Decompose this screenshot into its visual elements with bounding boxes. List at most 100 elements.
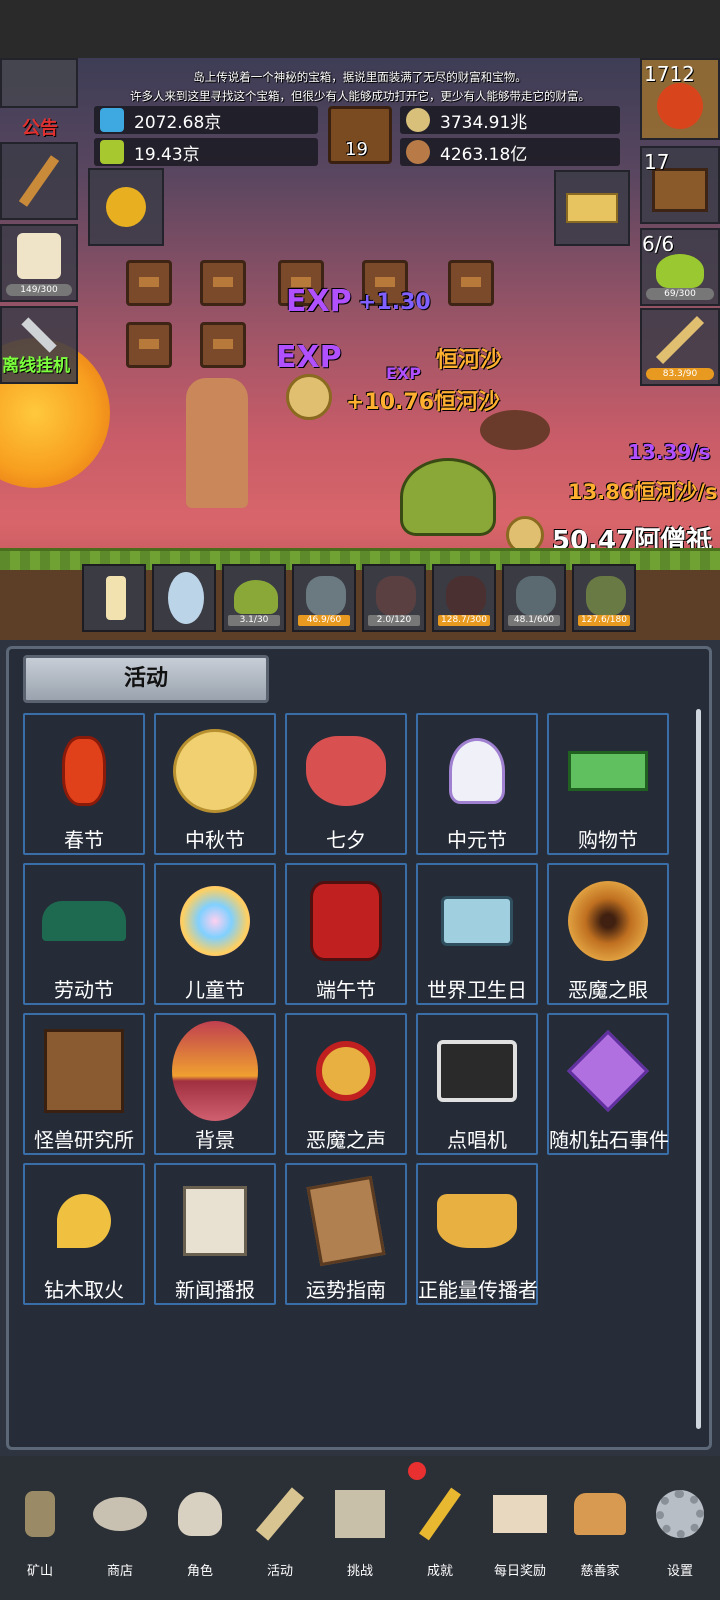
- gold-bar-button[interactable]: [554, 170, 630, 246]
- shell-icon: [92, 1486, 148, 1542]
- chest[interactable]: [448, 260, 494, 306]
- lollipop-icon: [172, 875, 258, 967]
- slot-progress: 48.1/600: [508, 615, 560, 626]
- game-scene[interactable]: 岛上传说着一个神秘的宝箱，据说里面装满了无尽的财富和宝物。 许多人来到这里寻找这…: [0, 58, 720, 640]
- activity-tile-label: 正能量传播者: [418, 1278, 538, 1302]
- gold-bar-icon: [566, 193, 618, 223]
- ambulance-icon: [434, 875, 520, 967]
- nav-shop[interactable]: 商店: [80, 1456, 160, 1600]
- candle-slot[interactable]: [82, 564, 146, 632]
- book-button[interactable]: 19: [328, 106, 392, 164]
- monster-slot-spider[interactable]: 128.7/300: [432, 564, 496, 632]
- notification-dot: [408, 1462, 426, 1480]
- resource-green: 19.43京: [94, 138, 318, 166]
- nav-challenge[interactable]: 挑战: [320, 1456, 400, 1600]
- newspaper-icon: [172, 1175, 258, 1267]
- activity-tile-18[interactable]: 正能量传播者: [416, 1163, 538, 1305]
- chest-side-button[interactable]: 17: [640, 146, 720, 224]
- notice-button[interactable]: 公告: [0, 58, 78, 139]
- chest[interactable]: [200, 260, 246, 306]
- river-rate: 13.86恒河沙/s: [568, 480, 718, 504]
- slime-monster[interactable]: [400, 458, 496, 536]
- activity-tile-17[interactable]: 运势指南: [285, 1163, 407, 1305]
- slime-side-button[interactable]: 6/6 69/300: [640, 228, 720, 306]
- monster-slot-slime[interactable]: 3.1/30: [222, 564, 286, 632]
- slot-progress: 128.7/300: [438, 615, 490, 626]
- slot-progress: 127.6/180: [578, 615, 630, 626]
- activity-tile-label: 购物节: [578, 828, 638, 852]
- bag-icon: [406, 140, 430, 164]
- activity-tile-7[interactable]: 端午节: [285, 863, 407, 1005]
- nav-settings[interactable]: 设置: [640, 1456, 720, 1600]
- activity-tile-15[interactable]: 钻木取火: [23, 1163, 145, 1305]
- exp-rate: 13.39/s: [628, 440, 711, 464]
- monster-slot-ghoul[interactable]: 46.9/60: [292, 564, 356, 632]
- sword-button[interactable]: 83.3/90: [640, 308, 720, 386]
- torch-icon: [18, 155, 60, 207]
- scrollbar[interactable]: [696, 709, 701, 1429]
- potion-button[interactable]: 1712: [640, 58, 720, 140]
- monster-slot-goblin[interactable]: 127.6/180: [572, 564, 636, 632]
- brush-icon: [41, 875, 127, 967]
- activity-tile-0[interactable]: 春节: [23, 713, 145, 855]
- offline-button[interactable]: 离线挂机: [0, 306, 78, 384]
- activity-tile-6[interactable]: 儿童节: [154, 863, 276, 1005]
- cash-icon: [565, 725, 651, 817]
- activity-tile-11[interactable]: 背景: [154, 1013, 276, 1155]
- activity-tile-2[interactable]: 七夕: [285, 713, 407, 855]
- activity-tile-1[interactable]: 中秋节: [154, 713, 276, 855]
- golden-key-icon: [106, 187, 146, 227]
- story-line-2: 许多人来到这里寻找这个宝箱，但很少有人能够成功打开它，更少有人能够带走它的财富。: [130, 89, 590, 103]
- activity-tile-8[interactable]: 世界卫生日: [416, 863, 538, 1005]
- chest[interactable]: [200, 322, 246, 368]
- monster-slot-bat[interactable]: 2.0/120: [362, 564, 426, 632]
- activity-tile-12[interactable]: 恶魔之声: [285, 1013, 407, 1155]
- nav-daily-reward[interactable]: 每日奖励: [480, 1456, 560, 1600]
- torch-side-button[interactable]: [0, 142, 78, 220]
- chest[interactable]: [126, 260, 172, 306]
- candle-icon: [106, 576, 126, 620]
- activity-tile-16[interactable]: 新闻播报: [154, 1163, 276, 1305]
- nav-philanthropist[interactable]: 慈善家: [560, 1456, 640, 1600]
- spider-icon: [446, 576, 486, 616]
- nav-character[interactable]: 角色: [160, 1456, 240, 1600]
- slime-icon: [234, 580, 278, 614]
- golden-key-button[interactable]: [88, 168, 164, 246]
- activity-tile-label: 新闻播报: [175, 1278, 255, 1302]
- activity-tile-3[interactable]: 中元节: [416, 713, 538, 855]
- notice-label: 公告: [22, 118, 58, 139]
- chest[interactable]: [126, 322, 172, 368]
- resource-blue: 2072.68京: [94, 106, 318, 134]
- monster-slot-reaper[interactable]: 48.1/600: [502, 564, 566, 632]
- slime-icon: [656, 254, 704, 288]
- bat-icon: [376, 576, 416, 616]
- sword-icon: [655, 315, 705, 365]
- slot-progress: 46.9/60: [298, 615, 350, 626]
- activity-tile-label: 怪兽研究所: [34, 1128, 134, 1152]
- milk-button[interactable]: 149/300: [0, 224, 78, 302]
- activity-tile-14[interactable]: 随机钻石事件: [547, 1013, 669, 1155]
- lantern-icon: [41, 725, 127, 817]
- green-potion-icon: [100, 140, 124, 164]
- nav-label: 矿山: [26, 1564, 53, 1579]
- activity-tile-4[interactable]: 购物节: [547, 713, 669, 855]
- coin-drop: [286, 374, 332, 420]
- nav-mine[interactable]: 矿山: [0, 1456, 80, 1600]
- egg-slot[interactable]: [152, 564, 216, 632]
- torch-icon: [41, 1175, 127, 1267]
- activity-tile-9[interactable]: 恶魔之眼: [547, 863, 669, 1005]
- envelope-icon: [492, 1486, 548, 1542]
- heart-icon: [303, 725, 389, 817]
- bat-monster[interactable]: [480, 410, 550, 450]
- slot-progress: 3.1/30: [228, 615, 280, 626]
- activity-tile-10[interactable]: 怪兽研究所: [23, 1013, 145, 1155]
- activity-tile-label: 恶魔之眼: [568, 978, 648, 1002]
- resource-bag-value: 4263.18亿: [440, 144, 528, 165]
- nav-activity[interactable]: 活动: [240, 1456, 320, 1600]
- resource-coin: 3734.91兆: [400, 106, 620, 134]
- nav-label: 成就: [426, 1564, 453, 1579]
- nav-achievement[interactable]: 成就: [400, 1456, 480, 1600]
- activity-tile-5[interactable]: 劳动节: [23, 863, 145, 1005]
- slime-progress: 69/300: [646, 288, 714, 300]
- activity-tile-13[interactable]: 点唱机: [416, 1013, 538, 1155]
